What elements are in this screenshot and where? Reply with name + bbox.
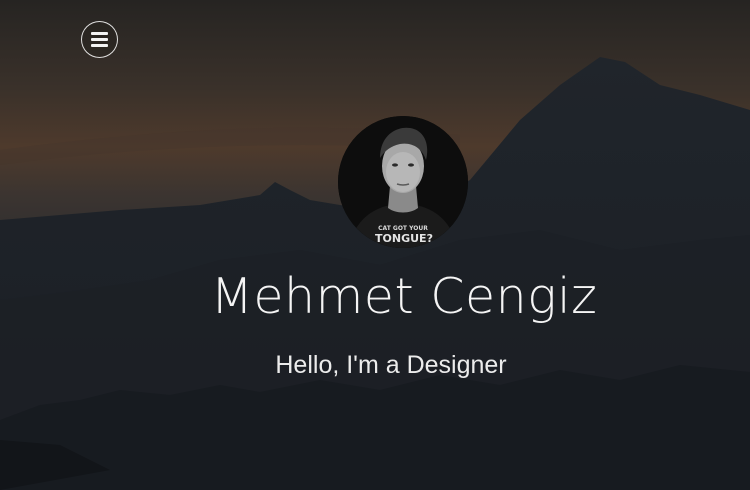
profile-tagline: Hello, I'm a Designer (275, 351, 507, 379)
profile-name: Mehmet Cengiz (210, 268, 598, 325)
hero-background (0, 0, 750, 490)
shirt-text-line2: TONGUE? (375, 232, 433, 245)
avatar: CAT GOT YOUR TONGUE? (338, 116, 468, 248)
menu-button[interactable] (81, 21, 118, 58)
shirt-text-line1: CAT GOT YOUR (378, 225, 428, 232)
hamburger-menu-icon (91, 32, 108, 47)
